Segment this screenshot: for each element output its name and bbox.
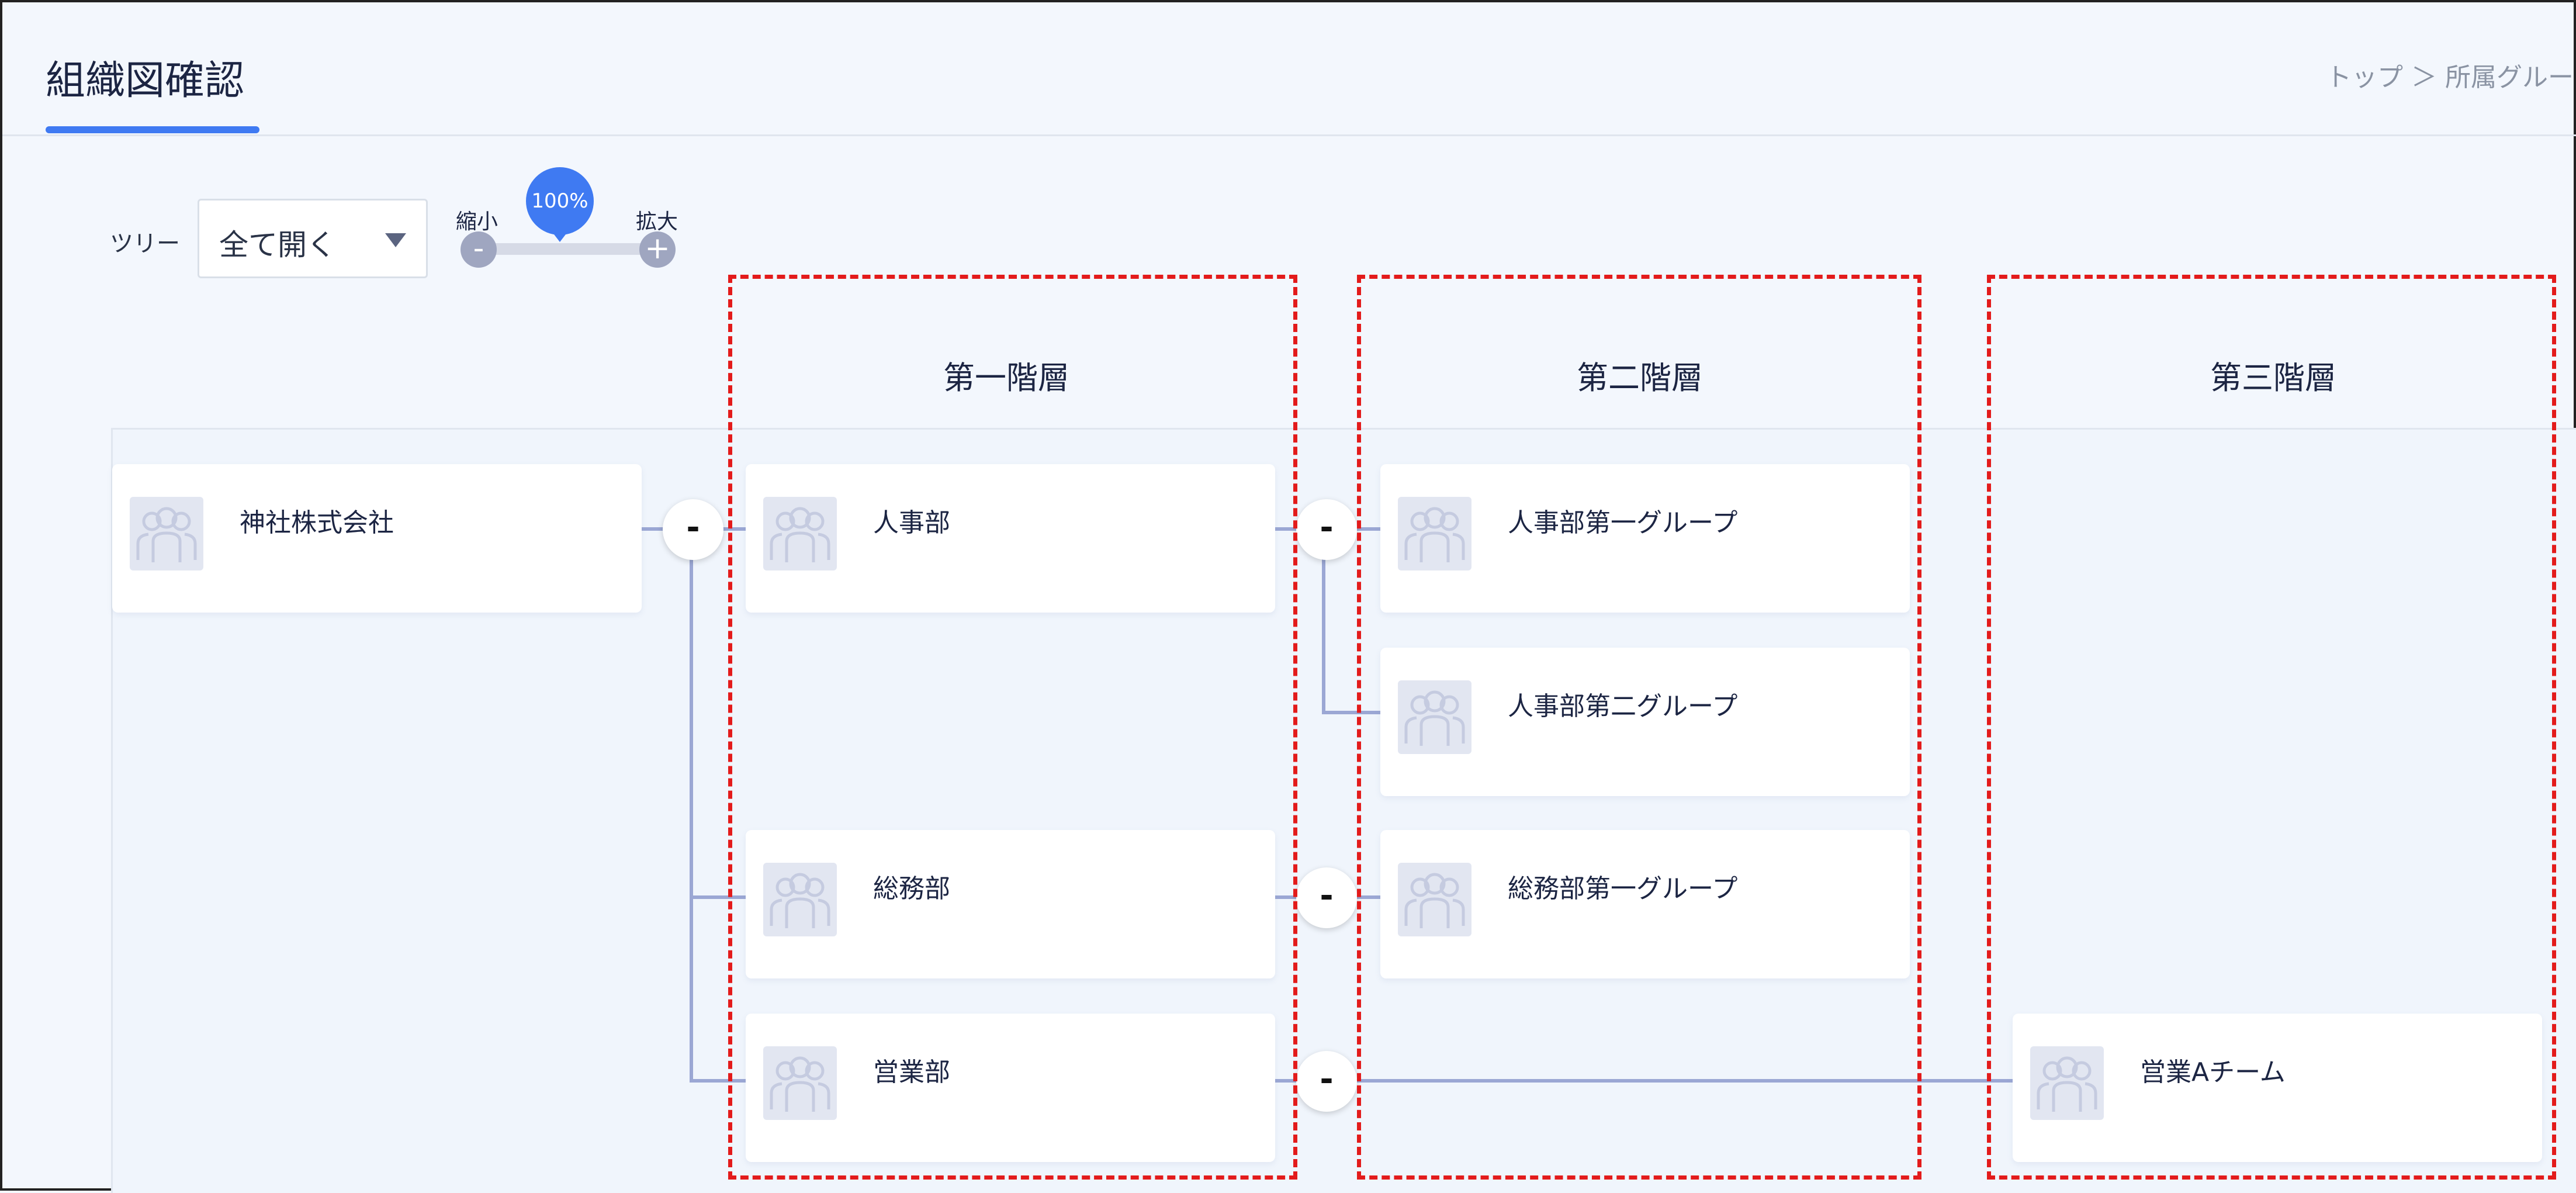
caret-down-icon	[385, 233, 406, 247]
org-node-name: 神社株式会社	[240, 508, 394, 538]
zoom-slider-track[interactable]	[477, 243, 659, 255]
tree-expand-select[interactable]: 全て開く	[198, 199, 428, 278]
collapse-toggle-jinji[interactable]: -	[1296, 499, 1357, 560]
level-3-highlight-box	[1987, 275, 2556, 1180]
connector-line	[690, 527, 693, 1083]
collapse-toggle-eigyo[interactable]: -	[1296, 1051, 1357, 1112]
tree-label: ツリー	[110, 230, 180, 257]
org-node-root[interactable]: 神社株式会社	[112, 464, 642, 613]
header-divider	[2, 134, 2576, 136]
collapse-toggle-root[interactable]: -	[663, 499, 723, 560]
zoom-slider-handle[interactable]: 100%	[526, 167, 594, 235]
collapse-toggle-somu[interactable]: -	[1296, 867, 1357, 928]
zoom-in-button[interactable]: +	[639, 231, 676, 268]
level-2-highlight-box	[1357, 275, 1921, 1180]
breadcrumb[interactable]: トップ ＞ 所属グルー	[2326, 56, 2574, 94]
page-title: 組織図確認	[46, 58, 245, 104]
zoom-out-button[interactable]: -	[461, 231, 497, 268]
people-icon	[130, 497, 203, 570]
level-1-highlight-box	[728, 275, 1297, 1180]
tree-select-value: 全て開く	[219, 228, 336, 262]
title-underline	[46, 126, 259, 133]
